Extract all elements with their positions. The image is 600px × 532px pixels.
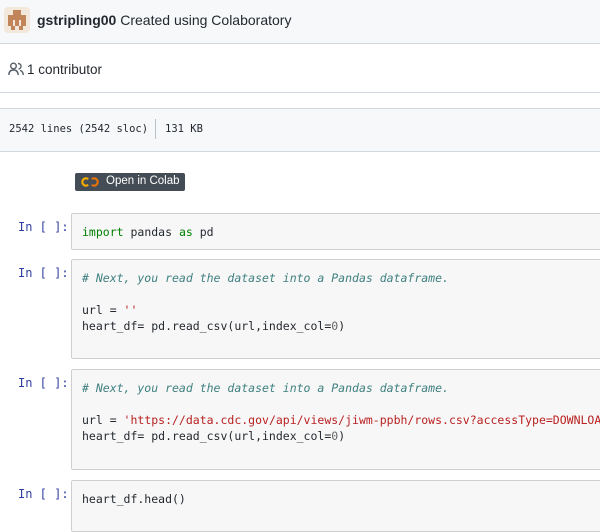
commit-author-link[interactable]: gstripling00	[37, 12, 116, 28]
author-avatar[interactable]	[4, 7, 30, 33]
code-token: as	[178, 225, 193, 239]
code-token: ''	[123, 303, 138, 317]
code-line: heart_df= pd.read_csv(url,index_col=0)	[82, 429, 345, 443]
code-line: import pandas as pd	[82, 225, 214, 239]
code-cell: heart_df.head()	[71, 480, 600, 532]
code-token: pd	[192, 225, 214, 239]
people-icon	[8, 62, 24, 76]
commit-message: gstripling00 Created using Colaboratory	[37, 12, 291, 28]
contributors-link[interactable]: 1 contributor	[27, 62, 102, 77]
colab-logo-icon	[81, 177, 99, 187]
code-line: # Next, you read the dataset into a Pand…	[82, 271, 449, 285]
cell-prompt: In [ ]:	[18, 220, 69, 234]
file-line-count: 2542 lines (2542 sloc)	[9, 123, 149, 135]
code-token: heart_df= pd.read_csv(url,index_col=	[82, 429, 332, 443]
cell-prompt: In [ ]:	[18, 266, 69, 280]
file-size: 131 KB	[165, 123, 203, 135]
code-line: heart_df= pd.read_csv(url,index_col=0)	[82, 319, 345, 333]
open-in-colab-label: Open in Colab	[106, 175, 180, 187]
cell-prompt: In [ ]:	[18, 487, 69, 501]
open-in-colab-button[interactable]: Open in Colab	[75, 173, 185, 191]
code-cell: # Next, you read the dataset into a Pand…	[71, 259, 600, 359]
code-token: pandas	[123, 225, 179, 239]
commit-message-text[interactable]: Created using Colaboratory	[120, 12, 291, 28]
code-token: )	[338, 319, 346, 333]
code-token: # Next, you read the dataset into a Pand…	[82, 271, 449, 285]
code-token: import	[82, 225, 124, 239]
file-info-divider	[155, 119, 156, 139]
code-token: )	[338, 429, 346, 443]
code-token: heart_df.head()	[82, 492, 186, 506]
code-line: heart_df.head()	[82, 492, 186, 506]
code-line: # Next, you read the dataset into a Pand…	[82, 381, 449, 395]
code-token: url =	[82, 303, 124, 317]
code-line: url = 'https://data.cdc.gov/api/views/ji…	[82, 413, 600, 427]
code-token: url =	[82, 413, 124, 427]
code-line: url = ''	[82, 303, 137, 317]
code-token: 'https://data.cdc.gov/api/views/jiwm-ppb…	[123, 413, 600, 427]
cell-prompt: In [ ]:	[18, 376, 69, 390]
code-cell: import pandas as pd	[71, 213, 600, 250]
code-cell: # Next, you read the dataset into a Pand…	[71, 369, 600, 470]
code-token: # Next, you read the dataset into a Pand…	[82, 381, 449, 395]
code-token: heart_df= pd.read_csv(url,index_col=	[82, 319, 332, 333]
